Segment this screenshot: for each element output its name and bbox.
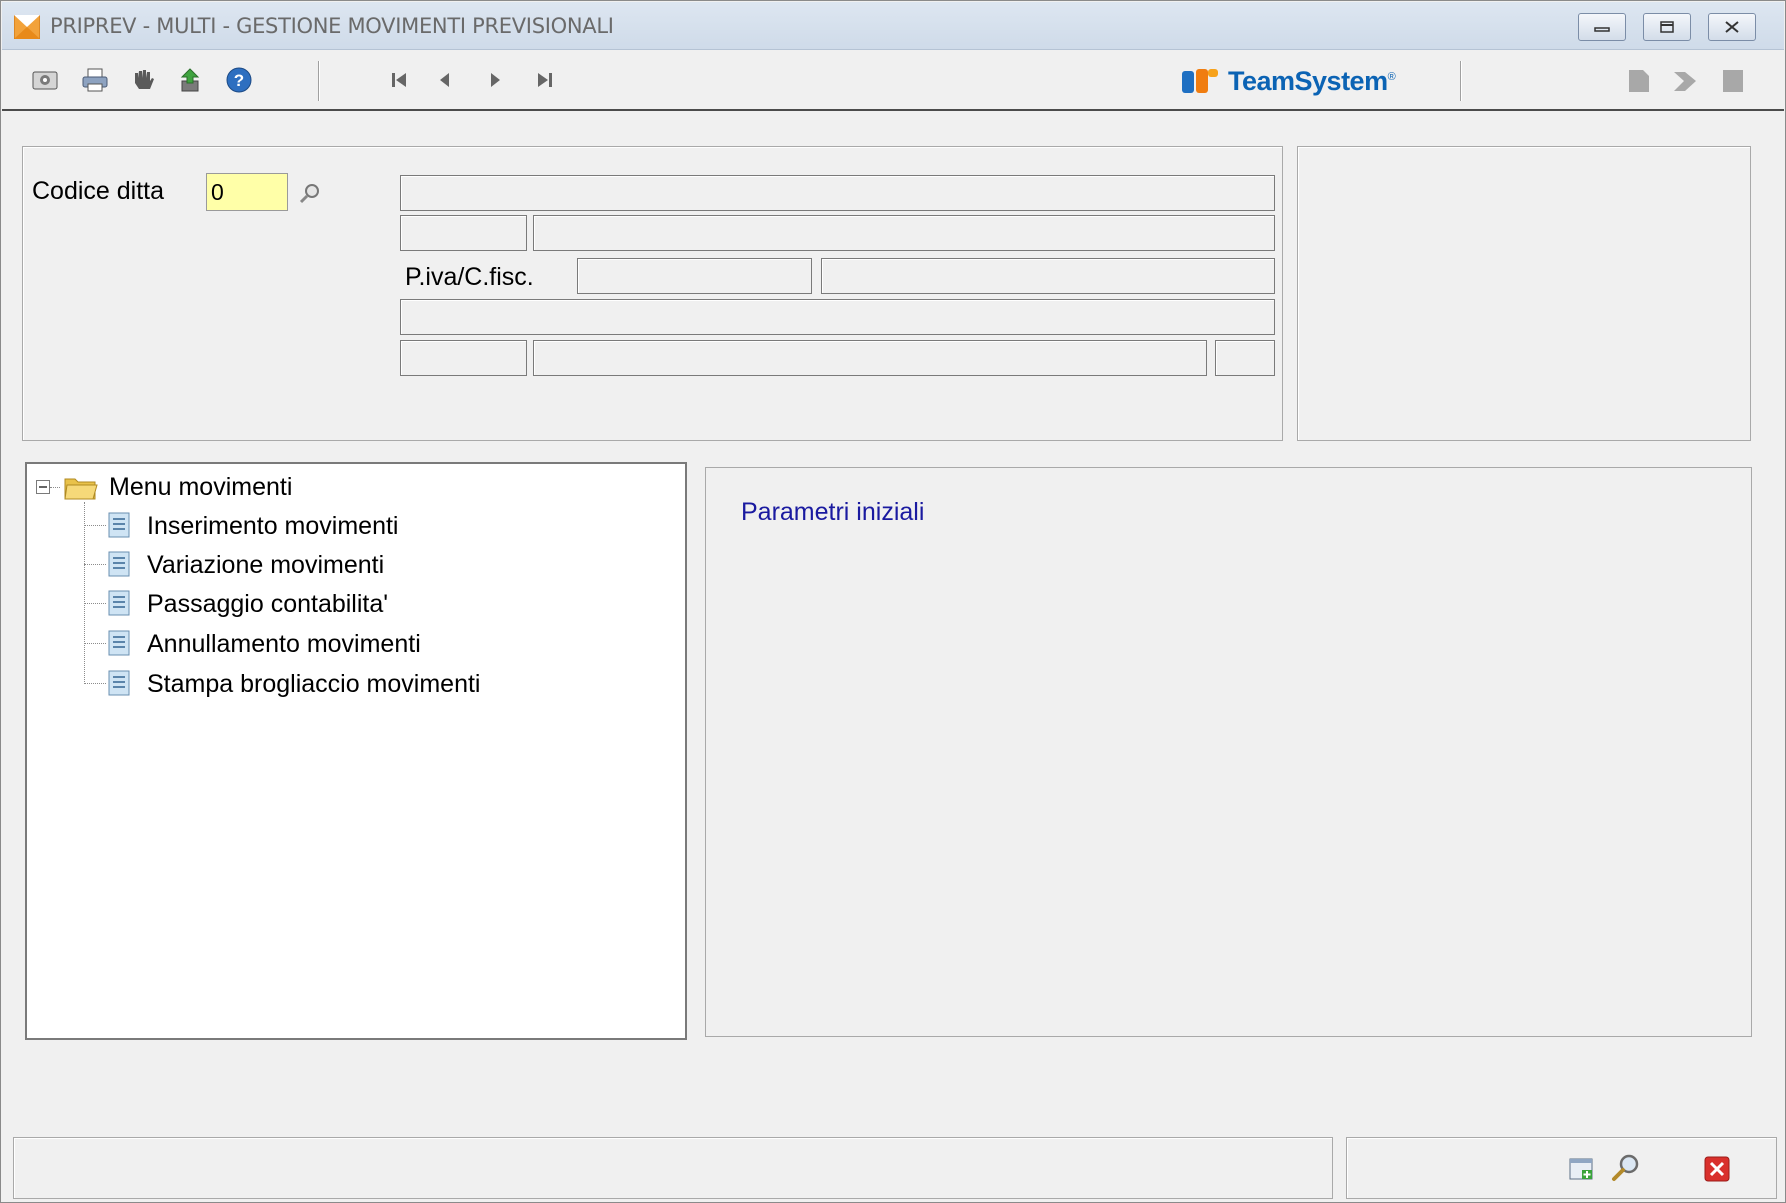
- company-search-icon[interactable]: [295, 179, 325, 209]
- company-field-b[interactable]: [533, 215, 1275, 251]
- help-icon[interactable]: ?: [224, 65, 254, 95]
- app-window: PRIPREV - MULTI - GESTIONE MOVIMENTI PRE…: [0, 0, 1786, 1203]
- new-document-icon[interactable]: [1567, 1154, 1597, 1184]
- content-panel: Parametri iniziali: [705, 467, 1752, 1037]
- collapse-icon[interactable]: [36, 480, 50, 494]
- toolbar-separator: [318, 61, 319, 101]
- last-record-icon[interactable]: [530, 65, 560, 95]
- close-icon: [1725, 21, 1739, 33]
- address-field[interactable]: [400, 299, 1275, 335]
- folder-icon: [64, 478, 98, 500]
- list-document-icon: [108, 551, 130, 577]
- next-record-icon[interactable]: [480, 65, 510, 95]
- city-field[interactable]: [533, 340, 1207, 376]
- province-field[interactable]: [1215, 340, 1275, 376]
- tree-root-label[interactable]: Menu movimenti: [109, 473, 292, 502]
- toolbar-separator: [1460, 61, 1461, 101]
- restore-button[interactable]: [1643, 13, 1691, 41]
- close-icon[interactable]: [1702, 1154, 1732, 1184]
- minimize-button[interactable]: [1578, 13, 1626, 41]
- preview-icon[interactable]: [30, 65, 60, 95]
- restore-icon: [1660, 21, 1674, 33]
- content-title: Parametri iniziali: [741, 498, 925, 526]
- list-document-icon: [108, 590, 130, 616]
- app-icon: [14, 15, 40, 39]
- hand-icon[interactable]: [128, 65, 158, 95]
- page-icon[interactable]: [1624, 65, 1654, 95]
- title-bar: PRIPREV - MULTI - GESTIONE MOVIMENTI PRE…: [2, 2, 1784, 50]
- tree-item-stampa[interactable]: Stampa brogliaccio movimenti: [147, 670, 480, 699]
- svg-text:?: ?: [234, 71, 244, 90]
- teamsystem-logo: TeamSystem®: [1180, 65, 1396, 97]
- list-document-icon: [108, 630, 130, 656]
- tree-item-passaggio[interactable]: Passaggio contabilita': [147, 590, 388, 619]
- document-icon[interactable]: [1718, 65, 1748, 95]
- first-record-icon[interactable]: [384, 65, 414, 95]
- previous-record-icon[interactable]: [430, 65, 460, 95]
- tree-item-inserimento[interactable]: Inserimento movimenti: [147, 512, 398, 541]
- toolbar: ? TeamSystem®: [2, 51, 1784, 111]
- menu-tree: Menu movimenti Inserimento movimenti Var…: [25, 462, 687, 1040]
- close-window-button[interactable]: [1708, 13, 1756, 41]
- list-document-icon: [108, 512, 130, 538]
- status-bar-left: [13, 1137, 1333, 1199]
- export-icon[interactable]: [176, 65, 206, 95]
- vat-number-field[interactable]: [577, 258, 812, 294]
- minimize-icon: [1594, 27, 1610, 32]
- list-document-icon: [108, 670, 130, 696]
- status-bar-right: [1346, 1137, 1777, 1199]
- forward-icon[interactable]: [1670, 65, 1700, 95]
- logo-panel: [1297, 146, 1751, 441]
- teamsystem-logo-icon: [1182, 69, 1218, 93]
- company-name-field[interactable]: [400, 175, 1275, 211]
- tree-item-annullamento[interactable]: Annullamento movimenti: [147, 630, 421, 659]
- zip-field[interactable]: [400, 340, 527, 376]
- tree-item-variazione[interactable]: Variazione movimenti: [147, 551, 384, 580]
- search-icon[interactable]: [1611, 1153, 1641, 1183]
- company-code-label: Codice ditta: [32, 177, 165, 205]
- company-code-input[interactable]: [206, 173, 288, 211]
- brand-mark: ®: [1387, 70, 1396, 83]
- tax-code-field[interactable]: [821, 258, 1275, 294]
- vat-label: P.iva/C.fisc.: [405, 263, 534, 291]
- print-icon[interactable]: [80, 65, 110, 95]
- company-field-a[interactable]: [400, 215, 527, 251]
- brand-name: TeamSystem®: [1228, 65, 1396, 96]
- window-title: PRIPREV - MULTI - GESTIONE MOVIMENTI PRE…: [50, 14, 614, 38]
